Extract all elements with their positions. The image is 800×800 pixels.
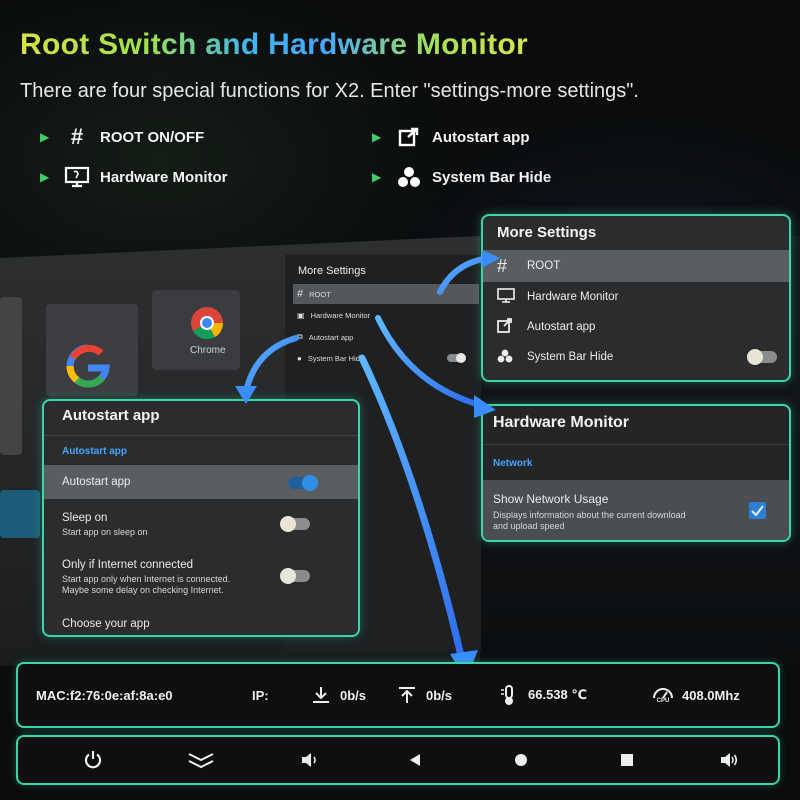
internet-connected-toggle[interactable] bbox=[280, 568, 310, 584]
download-icon bbox=[313, 687, 329, 703]
sleep-on-label: Sleep on bbox=[62, 512, 108, 524]
toggle[interactable] bbox=[447, 353, 466, 363]
section-label: Network bbox=[493, 458, 533, 469]
back-icon bbox=[410, 754, 420, 766]
volume-down-icon bbox=[302, 753, 316, 767]
mac-address: MAC:f2:76:0e:af:8a:e0 bbox=[36, 687, 173, 703]
home-icon bbox=[515, 754, 527, 766]
status-bar: MAC:f2:76:0e:af:8a:e0 IP: 0b/s 0b/s 66.5… bbox=[16, 662, 780, 728]
bullet-icon: ▶ bbox=[40, 170, 50, 184]
tv-menu-item-autostart[interactable]: ⧉ Autostart app bbox=[293, 327, 479, 347]
upload-speed: 0b/s bbox=[396, 664, 452, 726]
monitor-icon bbox=[64, 166, 90, 188]
system-bar-hide-toggle[interactable] bbox=[747, 349, 777, 365]
panel-title: Autostart app bbox=[62, 407, 160, 424]
internet-connected-label: Only if Internet connected bbox=[62, 559, 194, 571]
home-button[interactable] bbox=[506, 737, 536, 783]
option-desc2: and upload speed bbox=[493, 521, 565, 531]
panel-title: Hardware Monitor bbox=[493, 414, 630, 431]
page-subtitle: There are four special functions for X2.… bbox=[20, 80, 639, 102]
panel-title: More Settings bbox=[497, 224, 597, 241]
bullet-icon: ▶ bbox=[372, 130, 382, 144]
internet-connected-desc: Start app only when Internet is connecte… bbox=[62, 574, 231, 584]
feature-label: System Bar Hide bbox=[432, 168, 552, 186]
google-icon bbox=[66, 344, 110, 388]
feature-label: Hardware Monitor bbox=[100, 168, 228, 186]
ip-label: IP: bbox=[252, 687, 269, 703]
collapse-button[interactable] bbox=[186, 737, 216, 783]
option-label: Show Network Usage bbox=[493, 492, 609, 506]
menu-item-autostart[interactable]: Autostart app bbox=[483, 312, 789, 342]
chrome-label: Chrome bbox=[190, 345, 226, 356]
cubes-icon bbox=[497, 349, 515, 366]
back-button[interactable] bbox=[400, 737, 430, 783]
page-title: Root Switch and Hardware Monitor bbox=[20, 28, 528, 61]
feature-system-bar-hide: ▶ System Bar Hide bbox=[372, 166, 551, 188]
more-settings-panel: More Settings # ROOT Hardware Monitor Au… bbox=[481, 214, 791, 382]
option-desc: Displays information about the current d… bbox=[493, 510, 686, 520]
bullet-icon: ▶ bbox=[372, 170, 382, 184]
feature-root: ▶ # ROOT ON/OFF bbox=[40, 124, 205, 149]
sleep-on-toggle[interactable] bbox=[280, 516, 310, 532]
menu-item-system-bar-hide[interactable]: System Bar Hide bbox=[483, 342, 789, 372]
cpu-frequency: CPU 408.0Mhz bbox=[652, 664, 740, 726]
hash-icon: # bbox=[70, 124, 84, 149]
chrome-icon bbox=[191, 307, 224, 340]
monitor-icon bbox=[497, 288, 515, 306]
network-usage-checkbox[interactable] bbox=[749, 502, 766, 519]
feature-hardware-monitor: ▶ Hardware Monitor bbox=[40, 166, 228, 188]
tv-menu-item-system-bar[interactable]: ● System Bar Hide bbox=[293, 348, 479, 368]
external-link-icon bbox=[497, 318, 515, 336]
autostart-panel: Autostart app Autostart app Autostart ap… bbox=[42, 399, 360, 637]
feature-label: Autostart app bbox=[432, 128, 530, 146]
recents-icon bbox=[621, 754, 633, 766]
tv-menu-item-root[interactable]: # ROOT bbox=[293, 284, 479, 304]
bullet-icon: ▶ bbox=[40, 130, 50, 144]
temperature-readout: 66.538 ℃ bbox=[498, 664, 587, 726]
upload-icon bbox=[399, 687, 415, 703]
thermometer-icon bbox=[501, 685, 513, 705]
menu-item-root[interactable]: # ROOT bbox=[483, 250, 789, 282]
menu-item-hardware-monitor[interactable]: Hardware Monitor bbox=[483, 282, 789, 312]
check-icon bbox=[751, 505, 764, 517]
hardware-monitor-panel: Hardware Monitor Network Show Network Us… bbox=[481, 404, 791, 542]
feature-autostart: ▶ Autostart app bbox=[372, 126, 530, 148]
tv-menu-title: More Settings bbox=[298, 265, 366, 277]
choose-app-item[interactable]: Choose your app bbox=[62, 618, 150, 630]
chrome-tile[interactable]: Chrome bbox=[152, 290, 240, 370]
divider bbox=[483, 444, 789, 445]
navigation-bar bbox=[16, 735, 780, 785]
sleep-on-desc: Start app on sleep on bbox=[62, 527, 148, 537]
volume-down-button[interactable] bbox=[294, 737, 324, 783]
google-tile[interactable] bbox=[46, 304, 138, 396]
app-tile[interactable] bbox=[0, 490, 40, 538]
internet-connected-desc2: Maybe some delay on checking Internet. bbox=[62, 585, 224, 595]
feature-label: ROOT ON/OFF bbox=[100, 128, 205, 146]
tv-menu-item-hardware[interactable]: ▣ Hardware Monitor bbox=[293, 305, 479, 325]
divider bbox=[44, 435, 358, 436]
cubes-icon bbox=[396, 166, 422, 188]
app-tile[interactable] bbox=[0, 297, 22, 455]
external-link-icon bbox=[396, 126, 422, 148]
collapse-icon bbox=[188, 753, 214, 769]
volume-up-icon bbox=[721, 753, 738, 767]
recents-button[interactable] bbox=[612, 737, 642, 783]
power-button[interactable] bbox=[78, 737, 108, 783]
volume-up-button[interactable] bbox=[714, 737, 744, 783]
hash-icon: # bbox=[497, 255, 508, 276]
cpu-gauge-icon: CPU bbox=[652, 687, 674, 704]
show-network-usage-row[interactable]: Show Network Usage Displays information … bbox=[483, 480, 789, 540]
autostart-toggle[interactable] bbox=[288, 475, 318, 491]
power-icon bbox=[84, 751, 102, 769]
download-speed: 0b/s bbox=[310, 664, 366, 726]
section-label: Autostart app bbox=[62, 446, 127, 457]
